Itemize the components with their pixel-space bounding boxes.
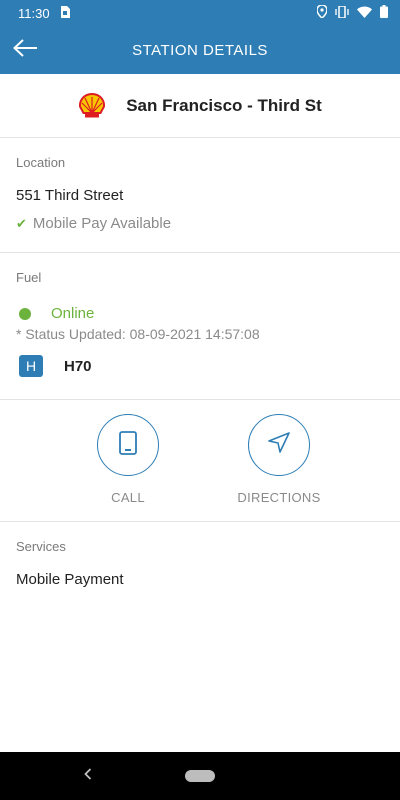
- status-updated-text: * Status Updated: 08-09-2021 14:57:08: [16, 326, 260, 342]
- chevron-left-icon: [84, 767, 92, 785]
- location-section: Location 551 Third Street ✔ Mobile Pay A…: [0, 138, 400, 253]
- page-title: STATION DETAILS: [132, 41, 268, 59]
- navigation-arrow-icon: [268, 431, 290, 459]
- system-nav-bar: [0, 752, 400, 800]
- status-time: 11:30: [18, 5, 50, 21]
- vibrate-icon: [335, 4, 349, 21]
- directions-circle[interactable]: [248, 414, 310, 476]
- status-icons: [316, 4, 388, 21]
- call-label: CALL: [111, 490, 145, 505]
- check-icon: ✔: [16, 215, 27, 231]
- call-circle[interactable]: [97, 414, 159, 476]
- shell-logo: [78, 92, 106, 119]
- fuel-item-name: H70: [64, 357, 92, 375]
- fuel-section: Fuel Online * Status Updated: 08-09-2021…: [0, 253, 400, 400]
- services-label: Services: [16, 539, 66, 554]
- station-header: San Francisco - Third St: [0, 74, 400, 138]
- nav-back-button[interactable]: [78, 766, 98, 786]
- nav-home-button[interactable]: [185, 770, 215, 782]
- location-icon: [316, 4, 328, 21]
- location-label: Location: [16, 155, 66, 170]
- back-button[interactable]: [10, 36, 40, 64]
- wifi-icon: [357, 6, 372, 21]
- hydrogen-badge-icon: H: [19, 355, 43, 377]
- station-address: 551 Third Street: [16, 187, 124, 204]
- sim-icon: [60, 5, 70, 21]
- call-button[interactable]: CALL: [73, 414, 183, 505]
- mobile-pay-status: ✔ Mobile Pay Available: [16, 215, 171, 232]
- app-bar: STATION DETAILS: [0, 26, 400, 74]
- actions-section: CALL DIRECTIONS: [0, 400, 400, 522]
- fuel-status-row: Online: [19, 305, 94, 322]
- directions-button[interactable]: DIRECTIONS: [224, 414, 334, 505]
- arrow-left-icon: [12, 38, 38, 63]
- status-dot-icon: [19, 307, 31, 320]
- battery-icon: [380, 5, 388, 21]
- mobile-pay-text: Mobile Pay Available: [32, 215, 172, 232]
- station-name: San Francisco - Third St: [126, 95, 322, 115]
- fuel-item: H H70: [19, 355, 92, 377]
- fuel-status-text: Online: [51, 305, 95, 322]
- services-section: Services Mobile Payment: [0, 522, 400, 612]
- directions-label: DIRECTIONS: [237, 490, 321, 505]
- status-bar: 11:30: [0, 0, 400, 26]
- fuel-label: Fuel: [16, 270, 42, 285]
- service-item: Mobile Payment: [16, 571, 124, 588]
- phone-icon: [119, 430, 137, 460]
